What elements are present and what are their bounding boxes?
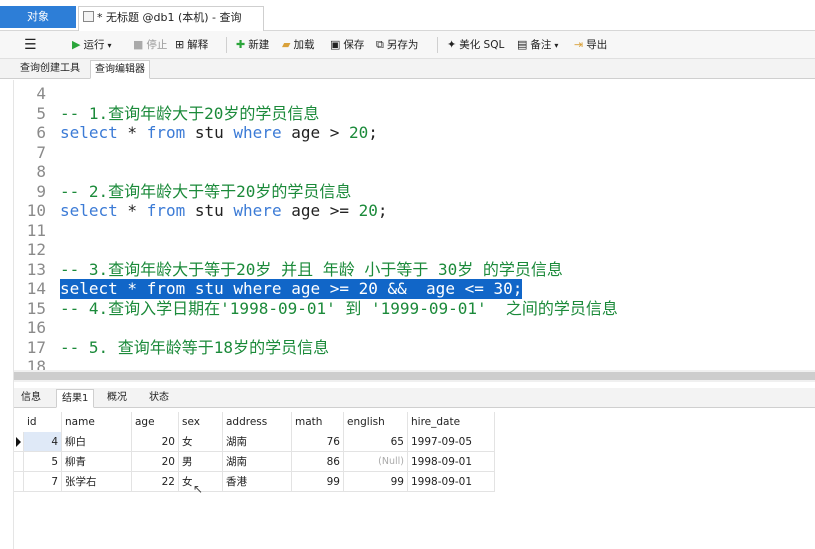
save-as-icon: ⧉	[376, 38, 384, 51]
new-file-icon: ✚	[236, 38, 246, 51]
editor-line: 18	[26, 357, 46, 370]
editor-line: 6 select * from stu where age > 20;	[36, 123, 378, 142]
table-cell[interactable]: 5	[24, 452, 62, 472]
table-cell[interactable]: 男	[179, 452, 223, 472]
query-toolbar: ☰ ▶ 运行 ▾ ■ 停止 ⊞ 解释 ✚ 新建 ▰ 加载 ▣ 保存 ⧉ 另存为 ✦ 美化 SQL …	[0, 31, 815, 59]
column-header-address[interactable]: address	[223, 412, 292, 432]
table-cell[interactable]: 湖南	[223, 452, 292, 472]
result-grid[interactable]: id name age sex address math english hir…	[14, 412, 815, 549]
table-cell[interactable]: 1998-09-01	[408, 452, 495, 472]
row-indicator-current[interactable]	[14, 432, 24, 452]
play-icon: ▶	[72, 38, 81, 51]
save-button[interactable]: ▣ 保存	[330, 31, 364, 59]
objects-tab[interactable]: 对象	[0, 6, 76, 28]
note-button[interactable]: ▤ 备注 ▾	[517, 31, 558, 59]
magic-wand-icon: ✦	[447, 38, 457, 51]
load-button[interactable]: ▰ 加载	[282, 31, 314, 59]
sql-editor[interactable]: 4 5 -- 1.查询年龄大于20岁的学员信息 6 select * from st…	[14, 80, 815, 370]
editor-line: 15 -- 4.查询入学日期在'1998-09-01' 到 '1999-09-01…	[26, 298, 618, 318]
editor-line-selected: 14 select * from stu where age >= 20 && a…	[26, 279, 523, 299]
row-indicator[interactable]	[14, 472, 24, 492]
table-cell[interactable]: 86	[292, 452, 344, 472]
column-header-english[interactable]: english	[344, 412, 408, 432]
editor-line: 9 -- 2.查询年龄大于等于20岁的学员信息	[36, 181, 352, 201]
scrollbar-thumb[interactable]	[14, 372, 815, 380]
title-bar: 对象 * 无标题 @db1 (本机) - 查询	[0, 0, 815, 31]
sql-statement: select * from stu where age >= 20;	[60, 201, 388, 220]
column-header-name[interactable]: name	[62, 412, 132, 432]
folder-icon: ▰	[282, 38, 291, 51]
column-header-hire-date[interactable]: hire_date	[408, 412, 495, 432]
table-cell[interactable]: 张学右	[62, 472, 132, 492]
editor-line: 5 -- 1.查询年龄大于20岁的学员信息	[36, 103, 320, 123]
editor-line: 16	[26, 318, 46, 337]
chevron-down-icon[interactable]: ▾	[554, 41, 558, 50]
chevron-down-icon[interactable]: ▾	[107, 41, 111, 50]
toolbar-divider	[226, 37, 227, 53]
editor-line: 12	[26, 240, 46, 259]
stop-button[interactable]: ■ 停止	[133, 31, 167, 59]
export-button[interactable]: ⇥ 导出	[574, 31, 607, 59]
save-as-button[interactable]: ⧉ 另存为	[376, 31, 418, 59]
table-cell[interactable]: 1998-09-01	[408, 472, 495, 492]
tab-result1[interactable]: 结果1	[56, 389, 95, 408]
table-cell[interactable]: 柳白	[62, 432, 132, 452]
column-header-age[interactable]: age	[132, 412, 179, 432]
selected-sql: select * from stu where age >= 20 && age…	[60, 279, 523, 299]
sql-statement: select * from stu where age > 20;	[60, 123, 378, 142]
table-cell[interactable]: 65	[344, 432, 408, 452]
export-icon: ⇥	[574, 38, 584, 51]
query-file-icon	[83, 11, 94, 22]
table-cell[interactable]: 7	[24, 472, 62, 492]
editor-line: 13 -- 3.查询年龄大于等于20岁 并且 年龄 小于等于 30岁 的学员信息	[26, 259, 563, 279]
column-header-sex[interactable]: sex	[179, 412, 223, 432]
tab-status[interactable]: 状态	[144, 389, 174, 408]
editor-line: 4	[36, 84, 46, 103]
query-tab-label: * 无标题 @db1 (本机) - 查询	[97, 11, 242, 24]
editor-line: 10 select * from stu where age >= 20;	[26, 201, 388, 220]
query-document-tab[interactable]: * 无标题 @db1 (本机) - 查询	[78, 6, 264, 31]
new-button[interactable]: ✚ 新建	[236, 31, 269, 59]
column-header-id[interactable]: id	[24, 412, 62, 432]
save-icon: ▣	[330, 38, 341, 51]
beautify-sql-button[interactable]: ✦ 美化 SQL	[447, 31, 504, 59]
table-cell-null[interactable]: (Null)	[344, 452, 408, 472]
table-cell[interactable]: 香港	[223, 472, 292, 492]
column-header-math[interactable]: math	[292, 412, 344, 432]
mouse-cursor-icon: ↖	[193, 482, 204, 496]
tab-info[interactable]: 信息	[16, 389, 46, 408]
left-gutter	[0, 80, 14, 549]
row-indicator[interactable]	[14, 452, 24, 472]
editor-line: 17 -- 5. 查询年龄等于18岁的学员信息	[26, 337, 330, 357]
editor-line: 11	[26, 220, 46, 240]
explain-icon: ⊞	[175, 38, 185, 51]
stop-icon: ■	[133, 38, 144, 51]
table-cell[interactable]: 柳青	[62, 452, 132, 472]
table-cell[interactable]: 湖南	[223, 432, 292, 452]
table-cell[interactable]: 1997-09-05	[408, 432, 495, 452]
run-button[interactable]: ▶ 运行 ▾	[72, 31, 111, 59]
tab-profile[interactable]: 概况	[102, 389, 132, 408]
result-tabs: 信息 结果1 概况 状态	[14, 388, 815, 408]
table-cell[interactable]: 22	[132, 472, 179, 492]
editor-horizontal-scrollbar[interactable]	[14, 370, 815, 382]
explain-button[interactable]: ⊞ 解释	[175, 31, 208, 59]
table-cell[interactable]: 20	[132, 432, 179, 452]
table-cell[interactable]: 76	[292, 432, 344, 452]
table-cell[interactable]: 20	[132, 452, 179, 472]
table-cell[interactable]: 女	[179, 432, 223, 452]
editor-line: 8	[36, 162, 46, 181]
table-cell[interactable]: 99	[292, 472, 344, 492]
note-icon: ▤	[517, 38, 528, 51]
table-cell[interactable]: 99	[344, 472, 408, 492]
tab-query-editor[interactable]: 查询编辑器	[90, 60, 150, 79]
hamburger-icon[interactable]: ☰	[24, 31, 37, 59]
table-cell[interactable]: 4	[24, 432, 62, 452]
editor-line: 7	[36, 142, 46, 162]
toolbar-divider	[437, 37, 438, 53]
editor-subtabs: 查询创建工具 查询编辑器	[0, 59, 815, 79]
tab-query-builder[interactable]: 查询创建工具	[16, 60, 84, 79]
